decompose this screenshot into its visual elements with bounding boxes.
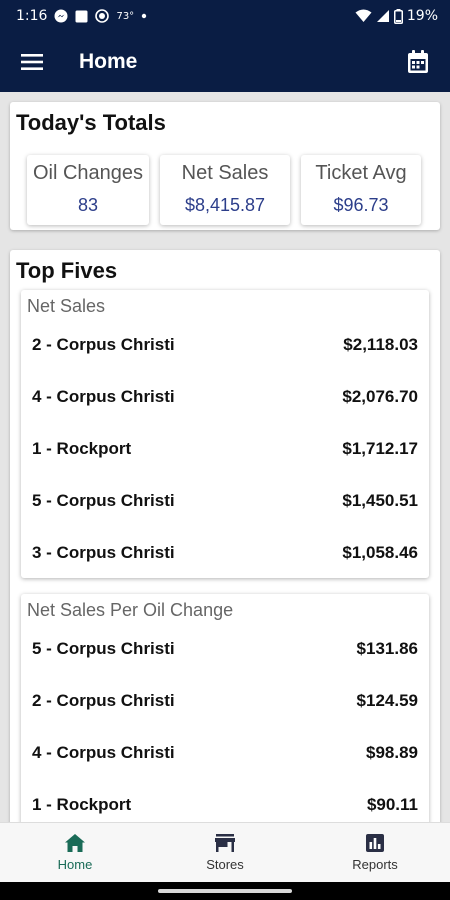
- list-item[interactable]: 2 - Corpus Christi $124.59: [21, 675, 429, 727]
- stat-label: Oil Changes: [32, 162, 144, 184]
- calendar-icon: [408, 50, 428, 73]
- stat-value: $96.73: [333, 195, 389, 215]
- store-icon: [215, 834, 235, 852]
- net-sales-per-oil-change-section: Net Sales Per Oil Change 5 - Corpus Chri…: [21, 594, 429, 822]
- list-item[interactable]: 4 - Corpus Christi $2,076.70: [21, 371, 429, 423]
- store-value: $1,712.17: [342, 439, 418, 458]
- store-value: $1,450.51: [342, 491, 418, 510]
- home-icon: [65, 834, 85, 852]
- net-sales-stat: Net Sales $8,415.87: [160, 155, 290, 225]
- status-bar: 1:16 73° 19%: [0, 0, 450, 32]
- store-name: 1 - Rockport: [32, 795, 132, 814]
- store-name: 5 - Corpus Christi: [32, 639, 175, 658]
- store-value: $2,076.70: [342, 387, 418, 406]
- wifi-icon: [355, 9, 372, 23]
- status-time: 1:16: [16, 8, 48, 24]
- nav-label: Reports: [352, 857, 398, 872]
- stat-value: $8,415.87: [184, 195, 266, 215]
- reports-icon: [366, 834, 384, 852]
- store-value: $2,118.03: [343, 335, 418, 354]
- app-notification-icon: [95, 9, 110, 23]
- nav-label: Stores: [206, 857, 244, 872]
- todays-totals-title: Today's Totals: [16, 110, 166, 135]
- gesture-handle[interactable]: [158, 889, 292, 893]
- more-notifications-dot-icon: [141, 13, 147, 19]
- store-value: $131.86: [356, 639, 418, 658]
- stat-label: Ticket Avg: [315, 162, 407, 184]
- store-name: 4 - Corpus Christi: [32, 743, 175, 762]
- store-value: $1,058.46: [342, 543, 418, 562]
- store-name: 1 - Rockport: [32, 439, 132, 458]
- top-fives-title: Top Fives: [16, 258, 118, 283]
- main-content[interactable]: Today's Totals Oil Changes 83 Net Sales …: [0, 92, 450, 822]
- hamburger-menu-icon: [21, 54, 43, 70]
- app-bar: Home: [0, 32, 450, 92]
- list-item[interactable]: 3 - Corpus Christi $1,058.46: [21, 527, 429, 579]
- calendar-button[interactable]: [404, 48, 432, 76]
- messenger-icon: [54, 9, 68, 23]
- list-item[interactable]: 5 - Corpus Christi $131.86: [21, 623, 429, 675]
- list-item[interactable]: 1 - Rockport $1,712.17: [21, 423, 429, 475]
- store-value: $124.59: [356, 691, 418, 710]
- nav-label: Home: [57, 857, 93, 872]
- store-value: $98.89: [366, 743, 418, 762]
- todays-totals-card: Today's Totals Oil Changes 83 Net Sales …: [10, 102, 440, 230]
- section-title: Net Sales: [27, 296, 106, 316]
- gesture-bar: [0, 882, 450, 900]
- bottom-nav: Home Stores Reports: [0, 822, 450, 882]
- store-name: 3 - Corpus Christi: [32, 543, 175, 562]
- menu-button[interactable]: [18, 48, 46, 76]
- signal-icon: [376, 9, 390, 23]
- nav-stores[interactable]: Stores: [150, 823, 300, 882]
- status-battery: 19%: [406, 8, 438, 24]
- stat-value: 83: [77, 195, 99, 215]
- section-title: Net Sales Per Oil Change: [27, 600, 234, 620]
- top-fives-card: Top Fives Net Sales 2 - Corpus Christi $…: [10, 250, 440, 822]
- ticket-avg-stat: Ticket Avg $96.73: [301, 155, 421, 225]
- notification-square-icon: [75, 10, 88, 23]
- stat-label: Net Sales: [181, 162, 269, 184]
- nav-reports[interactable]: Reports: [300, 823, 450, 882]
- list-item[interactable]: 1 - Rockport $90.11: [21, 779, 429, 822]
- page-title: Home: [79, 50, 138, 73]
- list-item[interactable]: 4 - Corpus Christi $98.89: [21, 727, 429, 779]
- status-temperature: 73°: [116, 10, 135, 22]
- nav-home[interactable]: Home: [0, 823, 150, 882]
- list-item[interactable]: 2 - Corpus Christi $2,118.03: [21, 319, 429, 371]
- net-sales-section: Net Sales 2 - Corpus Christi $2,118.03 4…: [21, 290, 429, 578]
- store-name: 2 - Corpus Christi: [32, 691, 175, 710]
- store-name: 4 - Corpus Christi: [32, 387, 175, 406]
- store-name: 5 - Corpus Christi: [32, 491, 175, 510]
- store-name: 2 - Corpus Christi: [32, 335, 175, 354]
- oil-changes-stat: Oil Changes 83: [27, 155, 149, 225]
- battery-icon: [393, 8, 403, 24]
- list-item[interactable]: 5 - Corpus Christi $1,450.51: [21, 475, 429, 527]
- store-value: $90.11: [366, 795, 418, 814]
